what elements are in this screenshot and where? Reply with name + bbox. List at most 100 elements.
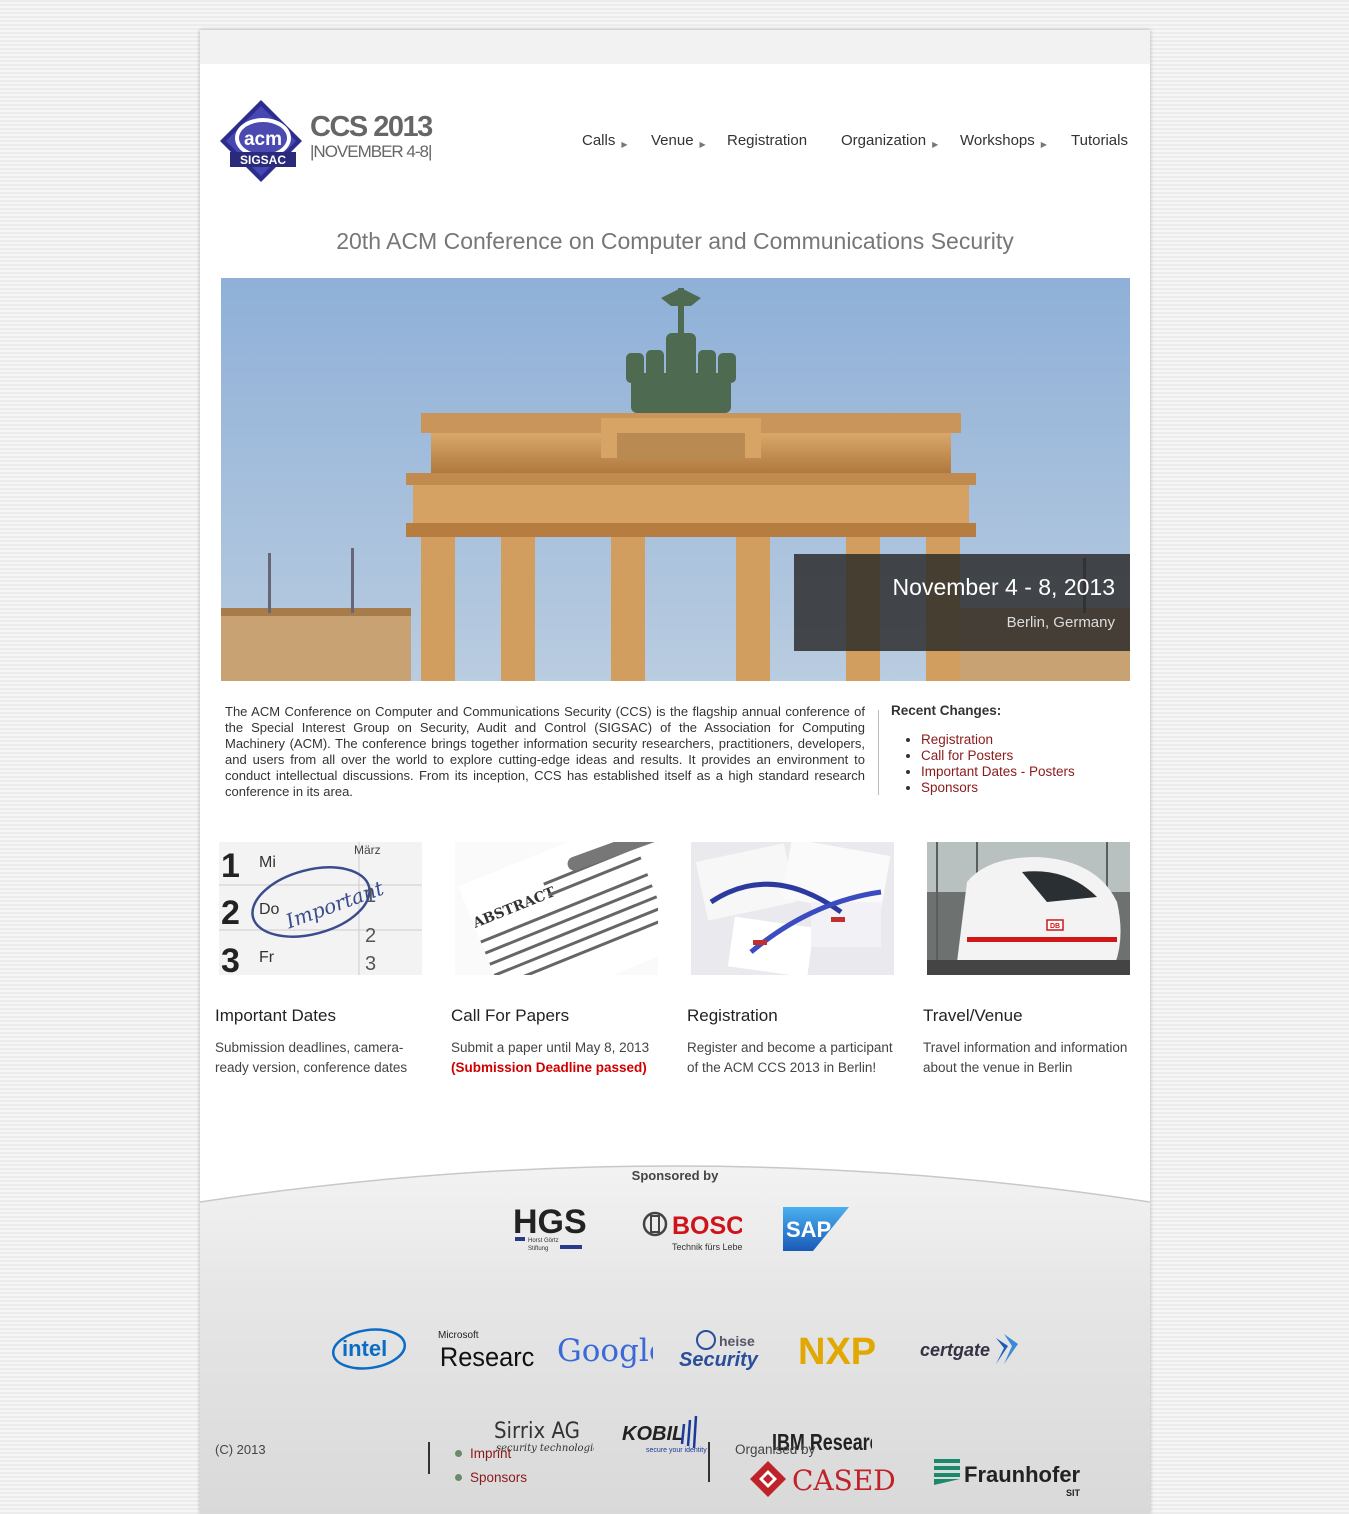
certgate-text: certgate [920,1340,990,1360]
calendar-month: März [354,843,381,857]
heise-main: Security [679,1349,759,1371]
copyright: (C) 2013 [215,1442,266,1457]
recent-changes-list: Registration Call for Posters Important … [891,732,1141,796]
heise-security-logo[interactable]: heise Security [677,1326,773,1377]
card-title: Registration [687,1006,778,1025]
heise-top: heise [719,1333,755,1349]
bullet-icon [455,1450,462,1457]
ice-train-image: DB [927,842,1130,975]
cased-text: CASED [792,1464,896,1497]
nav-tutorials-label: Tutorials [1071,132,1128,149]
nav-registration-label: Registration [727,132,808,149]
certgate-logo[interactable]: certgate [920,1326,1020,1377]
bosch-text: BOSCH [672,1212,742,1240]
list-item: Important Dates - Posters [921,764,1141,780]
recent-link-sponsors[interactable]: Sponsors [921,780,978,795]
recent-changes: Recent Changes: Registration Call for Po… [891,703,1141,796]
card-title: Call For Papers [451,1006,570,1025]
sponsored-by-label: Sponsored by [631,1168,719,1183]
kobil-sub: secure your identity [646,1447,707,1454]
microsoft-research-logo[interactable]: Microsoft Research [438,1326,548,1377]
card-title: Important Dates [215,1006,336,1025]
hgs-sub2: Stiftung [528,1246,548,1252]
calendar-do: Do [259,901,280,918]
google-logo[interactable]: Google [557,1326,667,1377]
card-description: Submit a paper until May 8, 2013 (Submiss… [451,1038,666,1078]
footer-link-imprint-label: Imprint [470,1446,512,1461]
card-description-text: Submit a paper until May 8, 2013 [451,1040,650,1055]
bosch-logo[interactable]: BOSCH Technik fürs Leben [642,1202,762,1261]
card-description: Travel information and information about… [923,1040,1128,1075]
abstract-paper-image: ABSTRACT [455,842,658,975]
intel-logo[interactable]: intel [330,1326,410,1377]
nxp-text: NXP [798,1331,876,1372]
chevron-right-icon: ▶ [1040,140,1047,149]
hero-caption: November 4 - 8, 2013 Berlin, Germany [794,554,1130,651]
sirrix-main: Sirrix AG [494,1418,580,1443]
card-title: Travel/Venue [923,1006,1023,1025]
organised-by-label: Organised by [735,1442,816,1457]
calendar-fr: Fr [259,949,275,966]
fraunhofer-logo[interactable]: Fraunhofer SIT [934,1457,1094,1506]
page-title: 20th ACM Conference on Computer and Comm… [336,228,1014,254]
footer-divider [428,1442,430,1474]
nav-venue[interactable]: Venue ▶ [651,132,706,149]
recent-changes-title: Recent Changes: [891,703,1002,718]
nav-registration[interactable]: Registration [727,132,807,149]
main-nav: Calls ▶ Venue ▶ Registration Organization ▶… [200,132,1150,152]
fraunhofer-sub: SIT [1066,1488,1081,1498]
nav-workshops-label: Workshops [960,132,1035,149]
chevron-right-icon: ▶ [699,140,706,149]
svg-text:3: 3 [365,953,376,975]
calendar-mi: Mi [259,854,276,871]
nxp-logo[interactable]: NXP [798,1326,894,1377]
footer-divider [708,1442,710,1482]
svg-text:2: 2 [365,925,376,947]
msr-top: Microsoft [438,1330,479,1341]
intro-text: The ACM Conference on Computer and Commu… [225,704,865,799]
page-container: acm SIGSAC CCS 2013 |NOVEMBER 4-8| Calls… [200,30,1150,1514]
recent-link-registration[interactable]: Registration [921,732,993,747]
hgs-sub1: Horst Görtz [528,1238,559,1244]
nav-calls[interactable]: Calls ▶ [582,132,628,149]
chevron-right-icon: ▶ [932,140,939,149]
list-item: Registration [921,732,1141,748]
hero-date: November 4 - 8, 2013 [892,574,1115,600]
intel-text: intel [342,1336,387,1361]
svg-text:1: 1 [221,847,240,885]
nav-tutorials[interactable]: Tutorials [1071,132,1128,149]
recent-link-important-dates-posters[interactable]: Important Dates - Posters [921,764,1075,779]
db-logo-text: DB [1050,923,1060,930]
bullet-icon [455,1474,462,1481]
list-item: Call for Posters [921,748,1141,764]
list-item: Sponsors [921,780,1141,796]
top-bar [200,30,1150,64]
footer-links: Imprint Sponsors [455,1442,527,1490]
kobil-main: KOBIL [622,1423,684,1445]
footer-link-sponsors-label: Sponsors [470,1470,528,1485]
recent-link-call-for-posters[interactable]: Call for Posters [921,748,1013,763]
nav-organization[interactable]: Organization ▶ [841,132,938,149]
hero-image-brandenburg-gate: November 4 - 8, 2013 Berlin, Germany [221,278,1130,681]
badges-image [691,842,894,975]
kobil-logo[interactable]: KOBIL secure your identity [622,1412,722,1461]
svg-text:2: 2 [221,894,240,932]
card-description: Submission deadlines, camera-ready versi… [215,1040,408,1075]
intro-divider [878,710,879,795]
hgs-logo[interactable]: HGS Horst Görtz Stiftung [510,1200,590,1260]
calendar-image: 1 2 3 Mi Do Fr März Important 1 2 3 [219,842,422,975]
svg-text:1: 1 [365,885,376,907]
card-description: Register and become a participant of the… [687,1040,893,1075]
hgs-text: HGS [513,1203,587,1241]
footer-link-sponsors[interactable]: Sponsors [455,1466,527,1490]
logo-sigsac-text: SIGSAC [240,153,286,167]
nav-calls-label: Calls [582,132,616,149]
msr-main: Research [440,1341,534,1372]
footer-link-imprint[interactable]: Imprint [455,1442,527,1466]
nav-venue-label: Venue [651,132,694,149]
nav-workshops[interactable]: Workshops ▶ [960,132,1047,149]
sap-logo[interactable]: SAP [783,1207,849,1256]
cased-logo[interactable]: CASED [748,1457,908,1506]
hero-location: Berlin, Germany [1006,614,1115,631]
google-text: Google [557,1333,653,1369]
